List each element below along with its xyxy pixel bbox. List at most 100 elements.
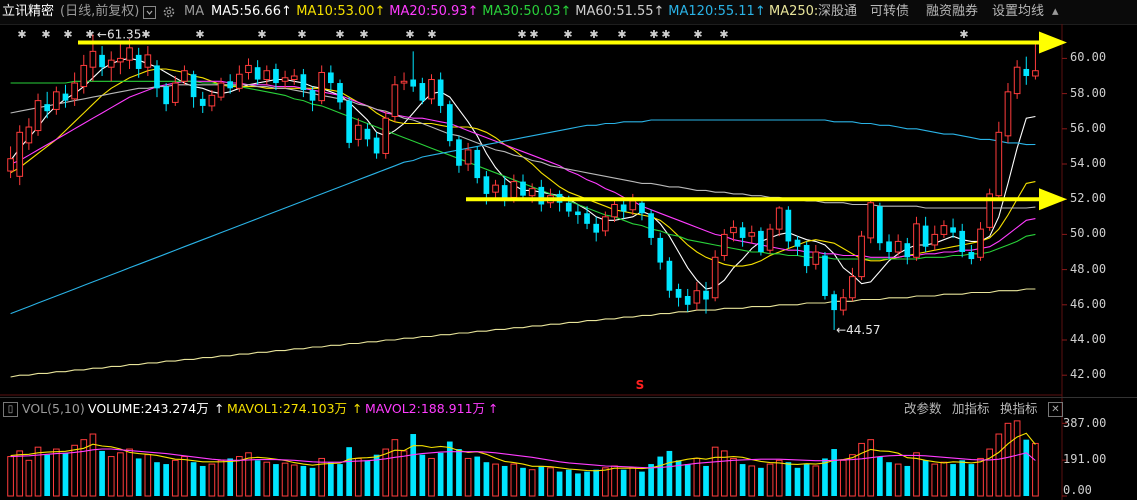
button-change-params[interactable]: 改参数 bbox=[904, 398, 942, 420]
volume-bar[interactable] bbox=[235, 456, 243, 497]
volume-bar[interactable] bbox=[290, 464, 298, 497]
volume-bar[interactable] bbox=[245, 452, 252, 497]
candle[interactable] bbox=[199, 91, 206, 113]
candle[interactable] bbox=[7, 146, 14, 179]
candle[interactable] bbox=[309, 86, 316, 112]
candle[interactable] bbox=[456, 135, 462, 173]
volume-bar[interactable] bbox=[849, 454, 856, 497]
volume-bar[interactable] bbox=[556, 471, 563, 496]
candle[interactable] bbox=[904, 237, 911, 265]
candle[interactable] bbox=[154, 60, 160, 98]
volume-bar[interactable] bbox=[25, 459, 33, 497]
volume-bar[interactable] bbox=[877, 456, 883, 496]
info-marker[interactable]: ✱ bbox=[359, 28, 368, 41]
volume-bar[interactable] bbox=[931, 463, 939, 497]
candle[interactable] bbox=[1013, 60, 1021, 99]
candle[interactable] bbox=[382, 111, 390, 159]
candle[interactable] bbox=[328, 65, 334, 91]
candle[interactable] bbox=[758, 227, 764, 256]
info-marker[interactable]: ✱ bbox=[617, 28, 626, 41]
volume-bar[interactable] bbox=[464, 457, 472, 497]
candle[interactable] bbox=[501, 176, 508, 207]
candle[interactable] bbox=[611, 199, 618, 223]
candle[interactable] bbox=[354, 118, 362, 147]
volume-bar[interactable] bbox=[950, 464, 956, 496]
volume-bar[interactable] bbox=[44, 454, 51, 496]
candle[interactable] bbox=[208, 90, 216, 112]
volume-bar[interactable] bbox=[629, 467, 637, 497]
volume-bar[interactable] bbox=[89, 433, 97, 497]
candle[interactable] bbox=[437, 72, 444, 113]
candle[interactable] bbox=[428, 74, 435, 105]
candle[interactable] bbox=[766, 223, 774, 254]
info-marker[interactable]: ✱ bbox=[257, 28, 266, 41]
candle[interactable] bbox=[684, 288, 691, 312]
candle[interactable] bbox=[950, 218, 956, 238]
info-marker[interactable]: ✱ bbox=[427, 28, 436, 41]
candle[interactable] bbox=[190, 70, 197, 108]
volume-bar[interactable] bbox=[446, 441, 453, 496]
candle[interactable] bbox=[364, 123, 371, 147]
candle[interactable] bbox=[593, 216, 600, 242]
candle[interactable] bbox=[894, 234, 902, 256]
info-marker[interactable]: ✱ bbox=[195, 28, 204, 41]
candle[interactable] bbox=[16, 125, 24, 186]
candle[interactable] bbox=[931, 225, 939, 251]
candle[interactable] bbox=[922, 216, 929, 252]
candle[interactable] bbox=[886, 234, 892, 260]
volume-bar[interactable] bbox=[483, 462, 490, 496]
candle[interactable] bbox=[44, 91, 51, 119]
volume-bar[interactable] bbox=[190, 462, 197, 496]
volume-bar[interactable] bbox=[822, 458, 828, 496]
candle[interactable] bbox=[290, 68, 298, 85]
volume-bar[interactable] bbox=[538, 465, 545, 496]
special-marker[interactable]: S bbox=[636, 378, 645, 392]
candle[interactable] bbox=[867, 199, 875, 244]
candle[interactable] bbox=[720, 229, 728, 261]
volume-bar[interactable] bbox=[794, 467, 801, 496]
close-icon[interactable]: ✕ bbox=[1048, 402, 1063, 417]
volume-bar[interactable] bbox=[1032, 442, 1039, 497]
candle[interactable] bbox=[1032, 42, 1039, 80]
volume-bar[interactable] bbox=[437, 452, 444, 496]
info-marker[interactable]: ✱ bbox=[141, 28, 150, 41]
candle[interactable] bbox=[913, 216, 920, 261]
volume-bar[interactable] bbox=[510, 463, 518, 497]
volume-bar[interactable] bbox=[602, 467, 609, 497]
candle[interactable] bbox=[62, 84, 69, 108]
candle[interactable] bbox=[730, 220, 737, 242]
candle[interactable] bbox=[318, 65, 326, 105]
candle[interactable] bbox=[839, 288, 847, 316]
candle[interactable] bbox=[520, 174, 526, 201]
info-marker[interactable]: ✱ bbox=[719, 28, 728, 41]
volume-bar[interactable] bbox=[492, 463, 499, 497]
info-marker[interactable]: ✱ bbox=[693, 28, 702, 41]
volume-bar[interactable] bbox=[163, 464, 169, 496]
candle[interactable] bbox=[812, 244, 820, 270]
candle[interactable] bbox=[822, 252, 828, 300]
candle[interactable] bbox=[464, 142, 472, 172]
volume-bar[interactable] bbox=[354, 457, 362, 497]
candle[interactable] bbox=[538, 179, 545, 212]
candle[interactable] bbox=[575, 204, 581, 224]
volume-bar[interactable] bbox=[775, 459, 783, 497]
candle[interactable] bbox=[254, 60, 261, 85]
indicator-menu-icon[interactable]: ▯ bbox=[3, 402, 18, 417]
candle[interactable] bbox=[794, 236, 801, 256]
candle[interactable] bbox=[337, 79, 343, 110]
info-marker[interactable]: ✱ bbox=[959, 28, 968, 41]
candle[interactable] bbox=[281, 70, 289, 89]
candle[interactable] bbox=[675, 283, 682, 307]
volume-bar[interactable] bbox=[812, 465, 820, 497]
volume-bar[interactable] bbox=[739, 464, 746, 496]
volume-bar[interactable] bbox=[922, 460, 929, 496]
volume-bar[interactable] bbox=[456, 449, 462, 496]
volume-bar[interactable] bbox=[575, 473, 581, 496]
candlestick-chart[interactable]: ✱ ✱ ✱ ✱ ✱ ✱ ✱ ✱ ✱ ✱ ✱ ✱ ✱ ✱ ✱ ✱ ✱ ✱ ✱ ✱ ✱ ✱S ←61.35←44.57 bbox=[0, 0, 1137, 500]
volume-bar[interactable] bbox=[328, 462, 334, 496]
volume-bar[interactable] bbox=[611, 465, 618, 497]
volume-bar[interactable] bbox=[977, 457, 984, 497]
candle[interactable] bbox=[171, 76, 179, 106]
volume-bar[interactable] bbox=[867, 439, 875, 497]
volume-bar[interactable] bbox=[337, 464, 343, 496]
